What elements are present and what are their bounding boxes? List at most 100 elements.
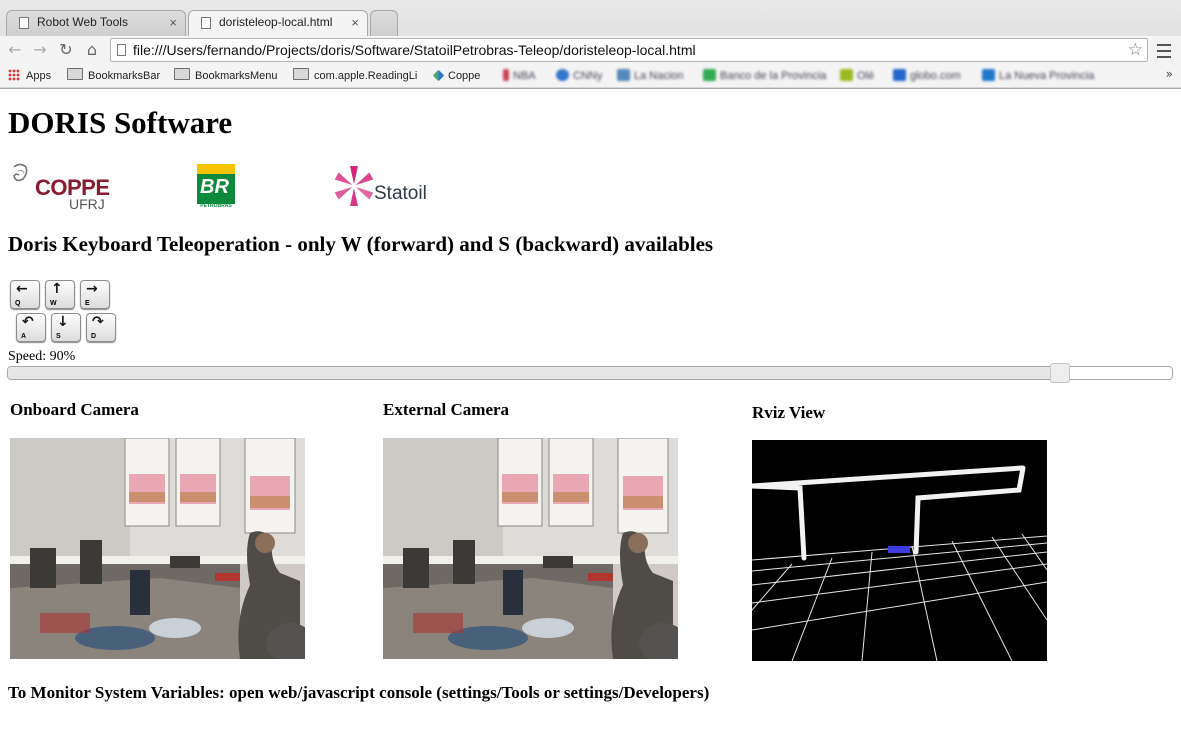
bookmark-globo[interactable]: globo.com [893,68,961,84]
url-input[interactable] [133,41,1113,59]
key-letter: A [21,333,27,340]
key-w[interactable]: ↑ W [45,280,75,309]
toolbar: ← → ↻ ⌂ ☆ [0,36,1181,64]
rviz-view[interactable] [752,440,1047,661]
bookmark-label: CNNy [573,70,603,82]
coppe-logo: COPPE UFRJ [10,161,110,213]
reload-icon[interactable]: ↻ [55,39,77,61]
star-icon[interactable]: ☆ [1128,40,1143,60]
tab-robot-web-tools[interactable]: Robot Web Tools × [6,10,186,36]
bookmark-label: La Nacion [634,70,684,82]
folder-icon [174,68,190,80]
footer-note: To Monitor System Variables: open web/ja… [8,683,710,702]
speed-slider[interactable] [7,363,1173,383]
bookmark-nba[interactable]: NBA [503,68,536,84]
teleop-heading: Doris Keyboard Teleoperation - only W (f… [8,232,714,256]
rotate-left-icon: ↶ [22,314,34,330]
lab-scene [10,438,305,659]
bookmark-label: Coppe [448,70,481,82]
folder-icon [67,68,83,80]
speed-label: Speed: 90% [8,349,76,364]
bookmark-label: Banco de la Provincia [720,70,827,82]
arrow-left-icon: ← [16,281,28,297]
bookmark-la-nacion[interactable]: La Nacion [617,68,684,84]
key-letter: S [56,333,61,340]
slider-handle[interactable] [1050,363,1070,383]
statoil-star-icon [334,166,374,206]
bookmark-label: La Nueva Provincia [999,70,1095,82]
key-s[interactable]: ↓ S [51,313,81,342]
petrobras-logo: BR PETROBRAS [197,164,235,209]
key-a[interactable]: ↶ A [16,313,46,342]
tab-doristeleop[interactable]: doristeleop-local.html × [188,10,368,37]
bookmark-la-nueva[interactable]: La Nueva Provincia [982,68,1094,84]
onboard-camera-title: Onboard Camera [10,400,139,419]
bookmark-folder[interactable]: BookmarksBar [67,68,160,84]
coppe-bookmark-icon [432,69,445,82]
statoil-logo: Statoil [332,162,432,212]
onboard-camera-image [10,438,305,659]
key-e[interactable]: → E [80,280,110,309]
bookmark-label: BookmarksBar [88,70,161,82]
external-camera-title: External Camera [383,400,510,419]
bookmark-cnn[interactable]: CNNy [556,68,602,84]
more-bookmarks-icon[interactable]: » [1166,67,1173,81]
petrobras-text: PETROBRAS [200,203,232,209]
key-letter: W [50,300,57,307]
ole-icon [840,69,853,81]
bookmark-label: Olé [857,70,875,82]
rviz-3d-scene [752,440,1047,661]
bookmark-apps[interactable]: Apps [8,68,51,84]
bookmarks-bar: Apps BookmarksBar BookmarksMenu com.appl… [0,64,1181,87]
globo-icon [893,69,906,81]
page-icon [201,17,211,29]
la-nueva-icon [982,69,995,81]
bookmark-ole[interactable]: Olé [840,68,874,84]
nba-icon [503,69,509,81]
bookmark-folder[interactable]: com.apple.ReadingLi [293,68,417,84]
forward-icon[interactable]: → [29,39,51,61]
new-tab-button[interactable] [370,10,398,36]
menu-icon[interactable] [1155,40,1173,60]
browser-chrome: Robot Web Tools × doristeleop-local.html… [0,0,1181,89]
page-icon [117,44,126,56]
petrobras-br: BR [200,176,229,198]
key-d[interactable]: ↷ D [86,313,116,342]
bookmark-banco[interactable]: Banco de la Provincia [703,68,826,84]
key-letter: E [85,300,90,307]
rotate-right-icon: ↷ [92,314,104,330]
rviz-view-title: Rviz View [752,403,826,422]
arrow-down-icon: ↓ [57,314,69,330]
key-letter: D [91,333,97,340]
page-icon [19,17,29,29]
tab-label: doristeleop-local.html [219,15,333,29]
apps-icon [8,69,20,81]
folder-icon [293,68,309,80]
lab-scene [383,438,678,659]
bookmark-coppe[interactable]: Coppe [432,68,481,84]
arrow-right-icon: → [86,281,98,297]
cnn-icon [556,69,569,81]
tab-label: Robot Web Tools [37,15,128,29]
close-icon[interactable]: × [351,15,359,30]
home-icon[interactable]: ⌂ [81,39,103,61]
bookmark-label: globo.com [910,70,961,82]
banco-icon [703,69,716,81]
tab-strip: Robot Web Tools × doristeleop-local.html… [0,0,1181,37]
bookmark-label: BookmarksMenu [195,70,278,82]
key-letter: Q [15,300,21,307]
back-icon[interactable]: ← [4,39,26,61]
address-bar[interactable]: ☆ [110,38,1148,62]
la-nacion-icon [617,69,630,81]
close-icon[interactable]: × [169,15,177,30]
slider-fill [8,367,1060,379]
statoil-text: Statoil [374,183,427,204]
key-q[interactable]: ← Q [10,280,40,309]
bookmark-label: Apps [26,70,52,82]
bookmark-folder[interactable]: BookmarksMenu [174,68,278,84]
page-title: DORIS Software [8,105,233,140]
bookmark-label: NBA [513,70,536,82]
ufrj-text: UFRJ [69,196,105,212]
petrobras-yellow-band [197,164,235,174]
bookmark-label: com.apple.ReadingLi [314,70,418,82]
